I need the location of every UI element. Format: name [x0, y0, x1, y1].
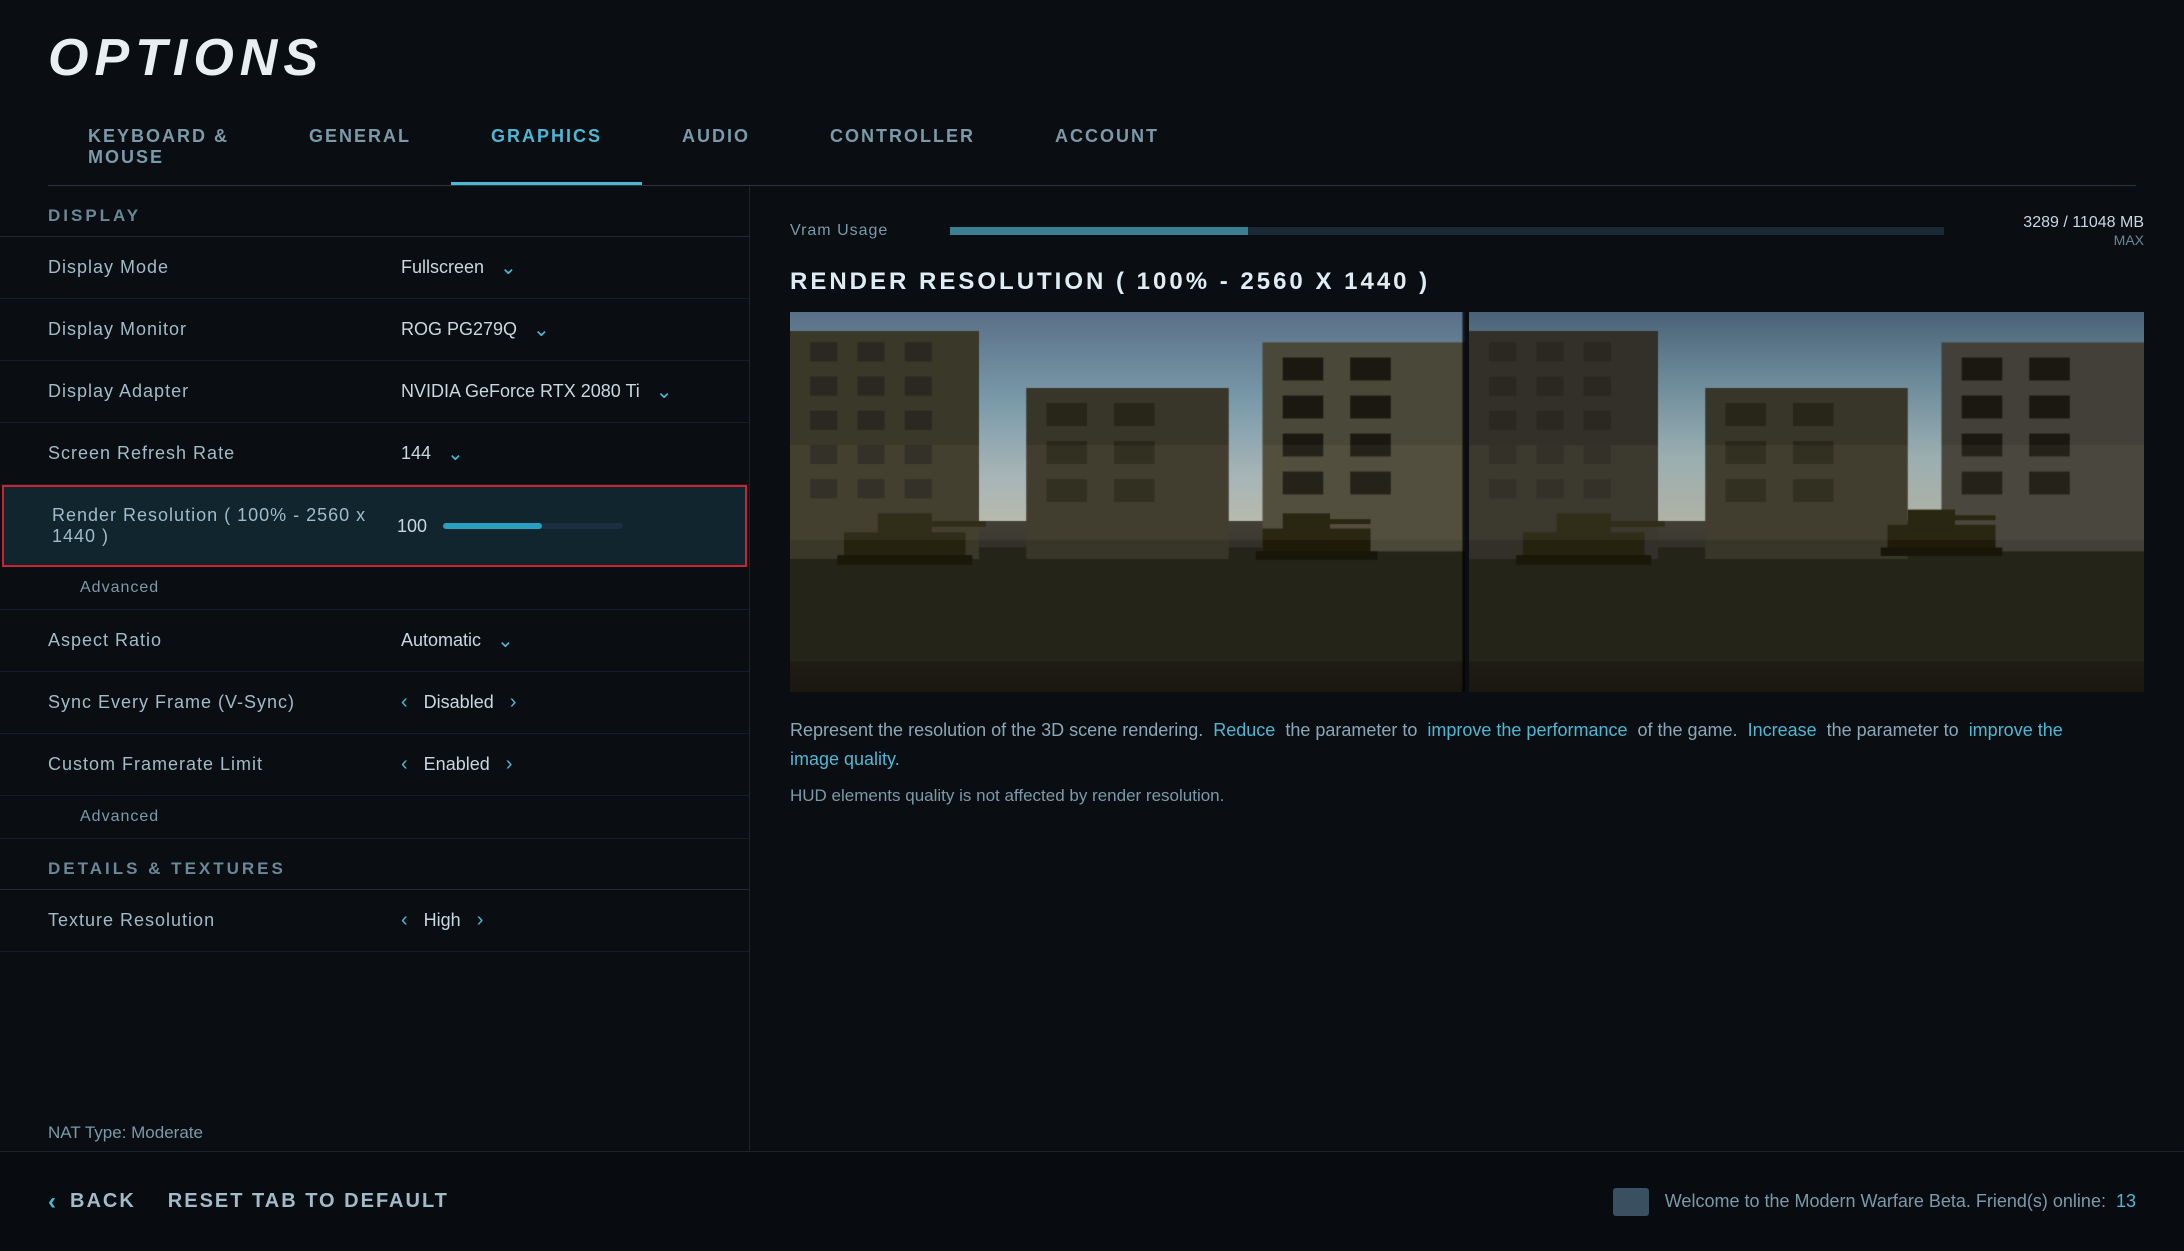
setting-row-aspect-ratio[interactable]: Aspect Ratio Automatic ⌄	[0, 610, 749, 672]
details-textures-section-header: DETAILS & TEXTURES	[0, 839, 749, 890]
texture-label: Texture Resolution	[48, 910, 401, 931]
display-monitor-value: ROG PG279Q ⌄	[401, 317, 701, 342]
setting-row-display-adapter[interactable]: Display Adapter NVIDIA GeForce RTX 2080 …	[0, 361, 749, 423]
texture-arrow-left[interactable]: ‹	[401, 909, 408, 932]
vsync-arrow-left[interactable]: ‹	[401, 691, 408, 714]
display-monitor-dropdown-icon[interactable]: ⌄	[533, 317, 550, 342]
display-mode-label: Display Mode	[48, 257, 401, 278]
preview-image-left	[790, 312, 1465, 692]
framerate-label: Custom Framerate Limit	[48, 754, 401, 775]
back-button[interactable]: ‹ Back	[48, 1188, 136, 1216]
vram-values: 3289 / 11048 MB MAX	[1964, 214, 2144, 248]
back-arrow-icon: ‹	[48, 1188, 58, 1216]
reset-button[interactable]: Reset tab to Default	[168, 1190, 449, 1213]
vram-used-total: 3289 / 11048 MB	[1964, 214, 2144, 232]
preview-note: HUD elements quality is not affected by …	[790, 786, 2144, 806]
tab-keyboard-mouse[interactable]: KEYBOARD &MOUSE	[48, 112, 269, 185]
screen-refresh-rate-value: 144 ⌄	[401, 441, 701, 466]
setting-row-texture[interactable]: Texture Resolution ‹ High ›	[0, 890, 749, 952]
vram-section: Vram Usage 3289 / 11048 MB MAX	[790, 214, 2144, 248]
display-mode-dropdown-icon[interactable]: ⌄	[500, 255, 517, 280]
preview-images	[790, 312, 2144, 692]
vsync-arrow-right[interactable]: ›	[510, 691, 517, 714]
bottom-message: Welcome to the Modern Warfare Beta. Frie…	[1665, 1191, 2136, 1212]
vram-bar-container	[950, 227, 1944, 235]
aspect-ratio-value: Automatic ⌄	[401, 628, 701, 653]
aspect-ratio-dropdown-icon[interactable]: ⌄	[497, 628, 514, 653]
nav-tabs: KEYBOARD &MOUSE GENERAL GRAPHICS AUDIO C…	[48, 112, 2136, 186]
preview-image-right	[1469, 312, 2144, 692]
bottom-right: Welcome to the Modern Warfare Beta. Frie…	[1613, 1188, 2136, 1216]
increase-text: Increase	[1748, 720, 1817, 740]
improve-performance-text: improve the performance	[1427, 720, 1627, 740]
framerate-arrow-left[interactable]: ‹	[401, 753, 408, 776]
framerate-value: ‹ Enabled ›	[401, 753, 701, 776]
screen-refresh-rate-dropdown-icon[interactable]: ⌄	[447, 441, 464, 466]
display-monitor-label: Display Monitor	[48, 319, 401, 340]
welcome-message-text: Welcome to the Modern Warfare Beta. Frie…	[1665, 1191, 2106, 1211]
vram-max-label: MAX	[1964, 232, 2144, 248]
advanced-label-2: Advanced	[80, 808, 159, 826]
preview-description: Represent the resolution of the 3D scene…	[790, 716, 2144, 774]
texture-value: ‹ High ›	[401, 909, 701, 932]
texture-arrow-right[interactable]: ›	[477, 909, 484, 932]
page-title: OPTIONS	[48, 28, 2136, 88]
bottom-bar: ‹ Back Reset tab to Default Welcome to t…	[0, 1151, 2184, 1251]
advanced-row-2[interactable]: Advanced	[0, 796, 749, 839]
left-panel[interactable]: DISPLAY Display Mode Fullscreen ⌄ Displa…	[0, 186, 750, 1197]
setting-row-vsync[interactable]: Sync Every Frame (V-Sync) ‹ Disabled ›	[0, 672, 749, 734]
advanced-row-1[interactable]: Advanced	[0, 567, 749, 610]
advanced-label-1: Advanced	[80, 579, 159, 597]
main-content: DISPLAY Display Mode Fullscreen ⌄ Displa…	[0, 186, 2184, 1197]
framerate-arrow-right[interactable]: ›	[506, 753, 513, 776]
tab-audio[interactable]: AUDIO	[642, 112, 790, 185]
vsync-label: Sync Every Frame (V-Sync)	[48, 692, 401, 713]
back-label: Back	[70, 1190, 136, 1213]
display-adapter-label: Display Adapter	[48, 381, 401, 402]
tab-graphics[interactable]: GRAPHICS	[451, 112, 642, 185]
scene-canvas-right	[1469, 312, 2144, 692]
render-resolution-slider-track[interactable]	[443, 523, 623, 529]
vram-bar-fill	[950, 227, 1248, 235]
aspect-ratio-label: Aspect Ratio	[48, 630, 401, 651]
right-panel: Vram Usage 3289 / 11048 MB MAX RENDER RE…	[750, 186, 2184, 1197]
tab-general[interactable]: GENERAL	[269, 112, 451, 185]
display-mode-value: Fullscreen ⌄	[401, 255, 701, 280]
render-resolution-value: 100	[397, 516, 697, 537]
friends-count: 13	[2116, 1191, 2136, 1211]
preview-title: RENDER RESOLUTION ( 100% - 2560 X 1440 )	[790, 268, 2144, 296]
header: OPTIONS KEYBOARD &MOUSE GENERAL GRAPHICS…	[0, 0, 2184, 186]
setting-row-display-mode[interactable]: Display Mode Fullscreen ⌄	[0, 237, 749, 299]
nat-type: NAT Type: Moderate	[48, 1123, 203, 1143]
vram-label: Vram Usage	[790, 222, 930, 240]
display-adapter-dropdown-icon[interactable]: ⌄	[656, 379, 673, 404]
scene-canvas-left	[790, 312, 1465, 692]
tab-account[interactable]: ACCOUNT	[1015, 112, 1199, 185]
chat-icon	[1613, 1188, 1649, 1216]
setting-row-render-resolution[interactable]: Render Resolution ( 100% - 2560 x 1440 )…	[2, 485, 747, 567]
setting-row-display-monitor[interactable]: Display Monitor ROG PG279Q ⌄	[0, 299, 749, 361]
display-section-header: DISPLAY	[0, 186, 749, 237]
vsync-value: ‹ Disabled ›	[401, 691, 701, 714]
setting-row-screen-refresh-rate[interactable]: Screen Refresh Rate 144 ⌄	[0, 423, 749, 485]
setting-row-framerate[interactable]: Custom Framerate Limit ‹ Enabled ›	[0, 734, 749, 796]
screen-refresh-rate-label: Screen Refresh Rate	[48, 443, 401, 464]
render-resolution-label: Render Resolution ( 100% - 2560 x 1440 )	[52, 505, 397, 547]
reduce-text: Reduce	[1213, 720, 1275, 740]
render-resolution-slider-fill	[443, 523, 542, 529]
display-adapter-value: NVIDIA GeForce RTX 2080 Ti ⌄	[401, 379, 701, 404]
tab-controller[interactable]: CONTROLLER	[790, 112, 1015, 185]
